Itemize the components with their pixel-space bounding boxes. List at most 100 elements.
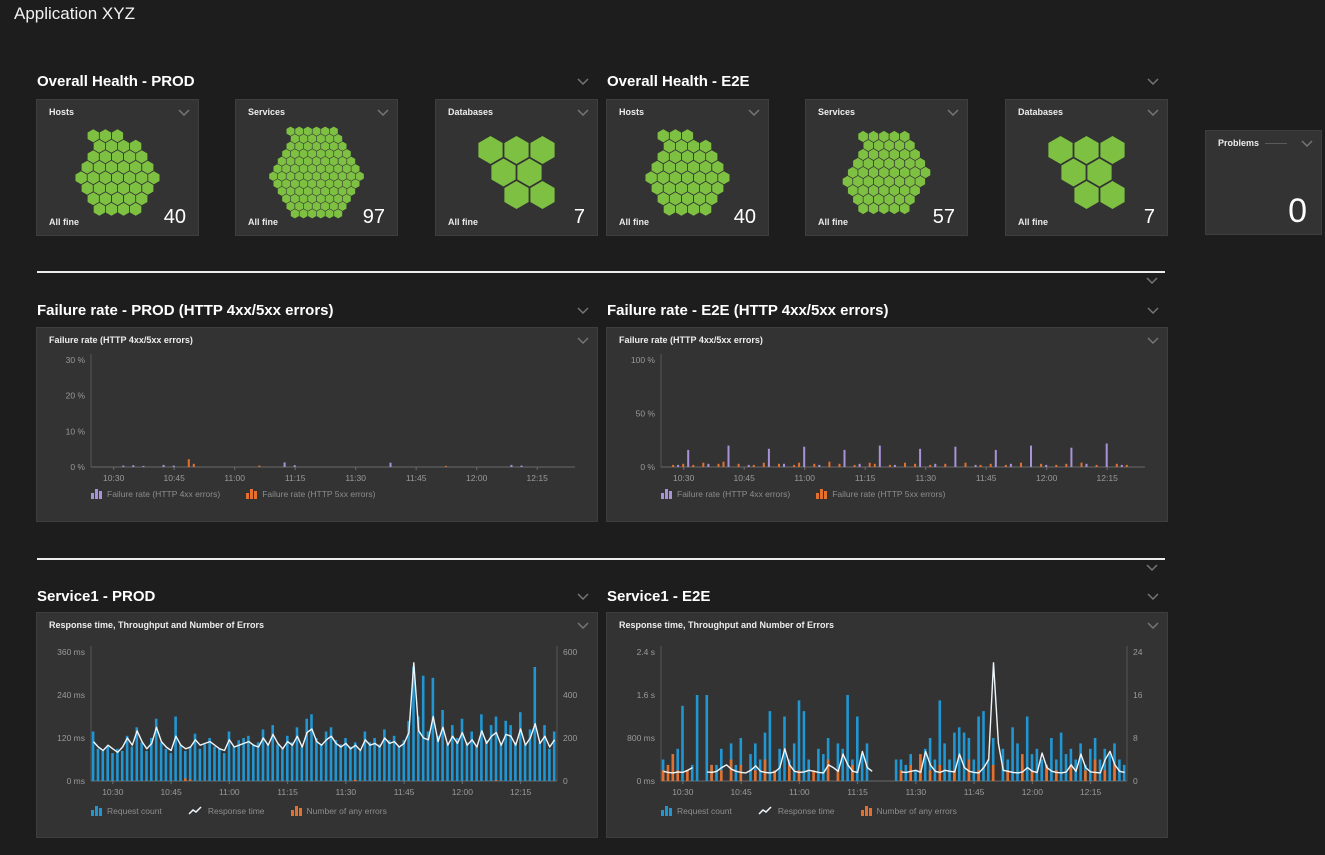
section-divider (37, 558, 1165, 560)
services-prod-tile[interactable]: Services All fine 97 (235, 99, 398, 236)
svg-text:10:30: 10:30 (103, 473, 125, 483)
svg-text:1.6 s: 1.6 s (637, 690, 655, 700)
tile-title: Problems (1218, 138, 1259, 148)
line-chart-icon (758, 806, 773, 816)
svg-text:0: 0 (1133, 776, 1138, 786)
section-title: Service1 - PROD (37, 588, 155, 605)
chevron-down-icon[interactable] (1147, 78, 1159, 85)
chevron-down-icon[interactable] (178, 109, 190, 116)
svg-text:11:00: 11:00 (224, 473, 245, 483)
chevron-down-icon[interactable] (577, 109, 589, 116)
svg-text:0 %: 0 % (640, 462, 655, 472)
tile-title: Hosts (619, 107, 644, 117)
svg-text:16: 16 (1133, 690, 1143, 700)
section-title: Service1 - E2E (607, 588, 710, 605)
services-e2e-tile[interactable]: Services All fine 57 (805, 99, 968, 236)
svg-text:11:45: 11:45 (976, 473, 997, 483)
section-header-failure-prod: Failure rate - PROD (HTTP 4xx/5xx errors… (37, 299, 589, 321)
hosts-e2e-tile[interactable]: Hosts All fine 40 (606, 99, 769, 236)
chevron-down-icon[interactable] (1147, 109, 1159, 116)
svg-text:10:30: 10:30 (673, 473, 695, 483)
failure-rate-prod-tile[interactable]: Failure rate (HTTP 4xx/5xx errors) 30 %2… (36, 327, 598, 522)
chart-title: Response time, Throughput and Number of … (619, 620, 834, 630)
status-text: All fine (1018, 217, 1048, 227)
svg-text:12:00: 12:00 (452, 787, 474, 797)
chevron-down-icon[interactable] (947, 109, 959, 116)
section-title: Overall Health - PROD (37, 73, 195, 90)
svg-text:2.4 s: 2.4 s (637, 647, 655, 657)
legend-label: Failure rate (HTTP 4xx errors) (677, 489, 790, 499)
svg-text:10:30: 10:30 (102, 787, 124, 797)
entity-count: 7 (574, 207, 585, 227)
svg-text:400: 400 (563, 690, 577, 700)
chevron-down-icon[interactable] (1146, 564, 1158, 571)
problems-tile[interactable]: Problems 0 (1205, 130, 1322, 235)
svg-text:11:30: 11:30 (915, 473, 936, 483)
legend-item-request-count[interactable]: Request count (91, 805, 162, 816)
svg-text:24: 24 (1133, 647, 1143, 657)
chevron-down-icon[interactable] (1147, 593, 1159, 600)
status-text: All fine (248, 217, 278, 227)
chevron-down-icon[interactable] (1147, 307, 1159, 314)
problems-trend-dash (1265, 143, 1287, 144)
section-header-service1-e2e: Service1 - E2E (607, 585, 1159, 607)
svg-text:11:15: 11:15 (277, 787, 298, 797)
databases-prod-tile[interactable]: Databases All fine 7 (435, 99, 598, 236)
bar-chart-icon (291, 805, 302, 816)
section-divider (37, 271, 1165, 273)
chart-legend: Request count Response time Number of an… (91, 805, 387, 816)
entity-count: 7 (1144, 207, 1155, 227)
legend-item-errors[interactable]: Number of any errors (861, 805, 957, 816)
legend-item-5xx[interactable]: Failure rate (HTTP 5xx errors) (816, 488, 945, 499)
svg-text:360 ms: 360 ms (57, 647, 85, 657)
chevron-down-icon[interactable] (1147, 337, 1159, 344)
service1-prod-chart[interactable]: 360 ms240 ms120 ms0 ms600400200010:3010:… (37, 613, 597, 837)
chevron-down-icon[interactable] (1301, 140, 1313, 147)
chevron-down-icon[interactable] (748, 109, 760, 116)
legend-label: Response time (778, 806, 835, 816)
status-text: All fine (49, 217, 79, 227)
bar-chart-icon (91, 488, 102, 499)
chevron-down-icon[interactable] (577, 337, 589, 344)
service1-e2e-chart[interactable]: 2.4 s1.6 s800 ms0 ms24168010:3010:4511:0… (607, 613, 1167, 837)
failure-rate-e2e-tile[interactable]: Failure rate (HTTP 4xx/5xx errors) 100 %… (606, 327, 1168, 522)
chevron-down-icon[interactable] (577, 78, 589, 85)
chevron-down-icon[interactable] (577, 307, 589, 314)
problems-count: 0 (1288, 194, 1307, 228)
tile-title: Services (818, 107, 855, 117)
service1-e2e-tile[interactable]: Response time, Throughput and Number of … (606, 612, 1168, 838)
svg-text:10:45: 10:45 (160, 787, 182, 797)
chart-title: Failure rate (HTTP 4xx/5xx errors) (619, 335, 763, 345)
hosts-prod-tile[interactable]: Hosts All fine 40 (36, 99, 199, 236)
svg-text:200: 200 (563, 733, 577, 743)
chevron-down-icon[interactable] (1147, 622, 1159, 629)
svg-text:10:45: 10:45 (164, 473, 186, 483)
legend-item-4xx[interactable]: Failure rate (HTTP 4xx errors) (661, 488, 790, 499)
bar-chart-icon (816, 488, 827, 499)
chevron-down-icon[interactable] (377, 109, 389, 116)
legend-item-4xx[interactable]: Failure rate (HTTP 4xx errors) (91, 488, 220, 499)
tile-title: Databases (448, 107, 493, 117)
section-header-overall-health-prod: Overall Health - PROD (37, 70, 589, 92)
svg-text:10 %: 10 % (66, 426, 86, 436)
entity-count: 40 (734, 207, 756, 227)
dashboard: Application XYZ Overall Health - PROD Ov… (0, 0, 1325, 855)
chevron-down-icon[interactable] (1146, 277, 1158, 284)
section-header-overall-health-e2e: Overall Health - E2E (607, 70, 1159, 92)
svg-text:12:00: 12:00 (466, 473, 488, 483)
svg-text:10:30: 10:30 (672, 787, 694, 797)
chevron-down-icon[interactable] (577, 622, 589, 629)
legend-item-errors[interactable]: Number of any errors (291, 805, 387, 816)
legend-item-response-time[interactable]: Response time (758, 806, 835, 816)
databases-e2e-tile[interactable]: Databases All fine 7 (1005, 99, 1168, 236)
legend-label: Request count (107, 806, 162, 816)
svg-text:0: 0 (563, 776, 568, 786)
legend-label: Failure rate (HTTP 4xx errors) (107, 489, 220, 499)
legend-item-5xx[interactable]: Failure rate (HTTP 5xx errors) (246, 488, 375, 499)
chevron-down-icon[interactable] (577, 593, 589, 600)
legend-item-request-count[interactable]: Request count (661, 805, 732, 816)
service1-prod-tile[interactable]: Response time, Throughput and Number of … (36, 612, 598, 838)
section-title: Failure rate - PROD (HTTP 4xx/5xx errors… (37, 302, 334, 319)
legend-label: Response time (208, 806, 265, 816)
legend-item-response-time[interactable]: Response time (188, 806, 265, 816)
